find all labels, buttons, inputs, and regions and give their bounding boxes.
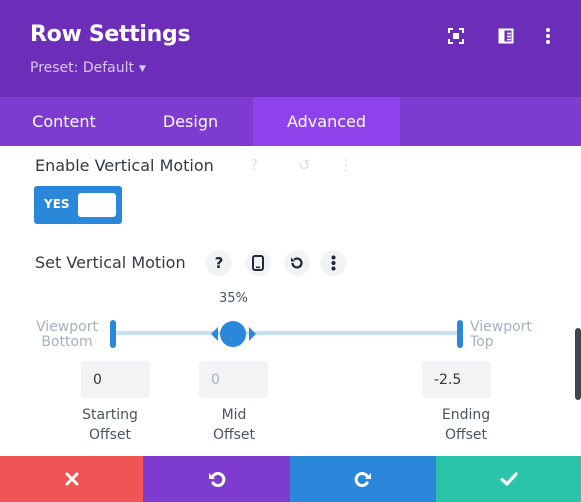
start-handle[interactable]	[110, 320, 116, 348]
mid-offset-input[interactable]	[199, 361, 268, 398]
save-button[interactable]	[436, 456, 581, 502]
close-icon	[65, 472, 78, 486]
mid-percent-label: 35%	[219, 291, 248, 306]
toggle-knob	[78, 193, 116, 217]
tab-bar: Content Design Advanced	[0, 97, 581, 146]
reset-icon	[291, 257, 303, 269]
help-button[interactable]: ?	[206, 250, 232, 276]
mid-caption-line2: Offset	[212, 427, 256, 443]
starting-offset-input[interactable]	[81, 361, 150, 398]
mid-handle[interactable]	[220, 321, 246, 347]
ending-caption-line1: Ending	[441, 407, 491, 423]
viewport-top-line1: Viewport	[470, 319, 532, 335]
help-icon: ?	[250, 156, 258, 174]
enable-option-icons: ? ↺ ⋮	[250, 156, 354, 174]
mid-offset-caption: Mid Offset	[194, 405, 274, 445]
arrow-left-icon	[211, 327, 218, 341]
toggle-label: YES	[44, 197, 70, 211]
set-vertical-motion-label: Set Vertical Motion	[35, 253, 186, 272]
arrow-right-icon	[249, 327, 256, 341]
tab-content[interactable]: Content	[0, 97, 128, 146]
modal-title: Row Settings	[30, 22, 191, 47]
more-icon[interactable]	[538, 26, 558, 46]
starting-caption-line2: Offset	[88, 427, 132, 443]
tab-design[interactable]: Design	[128, 97, 253, 146]
check-icon	[499, 472, 518, 486]
viewport-bottom-line2: Bottom	[41, 334, 93, 350]
end-handle[interactable]	[457, 320, 463, 348]
enable-vertical-motion-label: Enable Vertical Motion	[35, 156, 214, 175]
redo-icon	[354, 472, 371, 487]
starting-caption-line1: Starting	[82, 407, 138, 423]
phone-icon	[252, 255, 264, 271]
caret-down-icon: ▼	[138, 64, 146, 74]
tab-advanced[interactable]: Advanced	[253, 97, 400, 146]
more-icon	[331, 255, 335, 271]
responsive-button[interactable]	[245, 250, 271, 276]
mid-caption-line1: Mid	[221, 407, 247, 423]
viewport-top-line2: Top	[470, 334, 494, 350]
starting-offset-caption: Starting Offset	[70, 405, 150, 445]
viewport-bottom-label: Viewport Bottom	[33, 320, 101, 350]
undo-icon	[208, 472, 225, 487]
undo-button[interactable]	[143, 456, 290, 502]
discard-button[interactable]	[0, 456, 143, 502]
ending-offset-input[interactable]	[422, 361, 491, 398]
reset-button[interactable]	[284, 250, 310, 276]
preset-label: Preset: Default	[30, 60, 134, 76]
vertical-motion-toggle[interactable]: YES	[34, 186, 122, 224]
modal-header: Row Settings Preset: Default ▼	[0, 0, 581, 97]
options-button[interactable]	[320, 250, 346, 276]
focus-icon[interactable]	[446, 26, 466, 46]
reset-icon: ↺	[297, 156, 311, 174]
split-view-icon[interactable]	[496, 26, 516, 46]
redo-button[interactable]	[290, 456, 436, 502]
motion-range-track[interactable]	[113, 331, 460, 335]
more-icon: ⋮	[338, 156, 354, 174]
viewport-top-label: Viewport Top	[470, 320, 540, 350]
viewport-bottom-line1: Viewport	[36, 319, 98, 335]
help-icon: ?	[214, 254, 224, 272]
scrollbar[interactable]	[575, 328, 581, 400]
preset-selector[interactable]: Preset: Default ▼	[30, 60, 146, 76]
footer-actions	[0, 456, 581, 502]
ending-caption-line2: Offset	[444, 427, 488, 443]
ending-offset-caption: Ending Offset	[426, 405, 506, 445]
